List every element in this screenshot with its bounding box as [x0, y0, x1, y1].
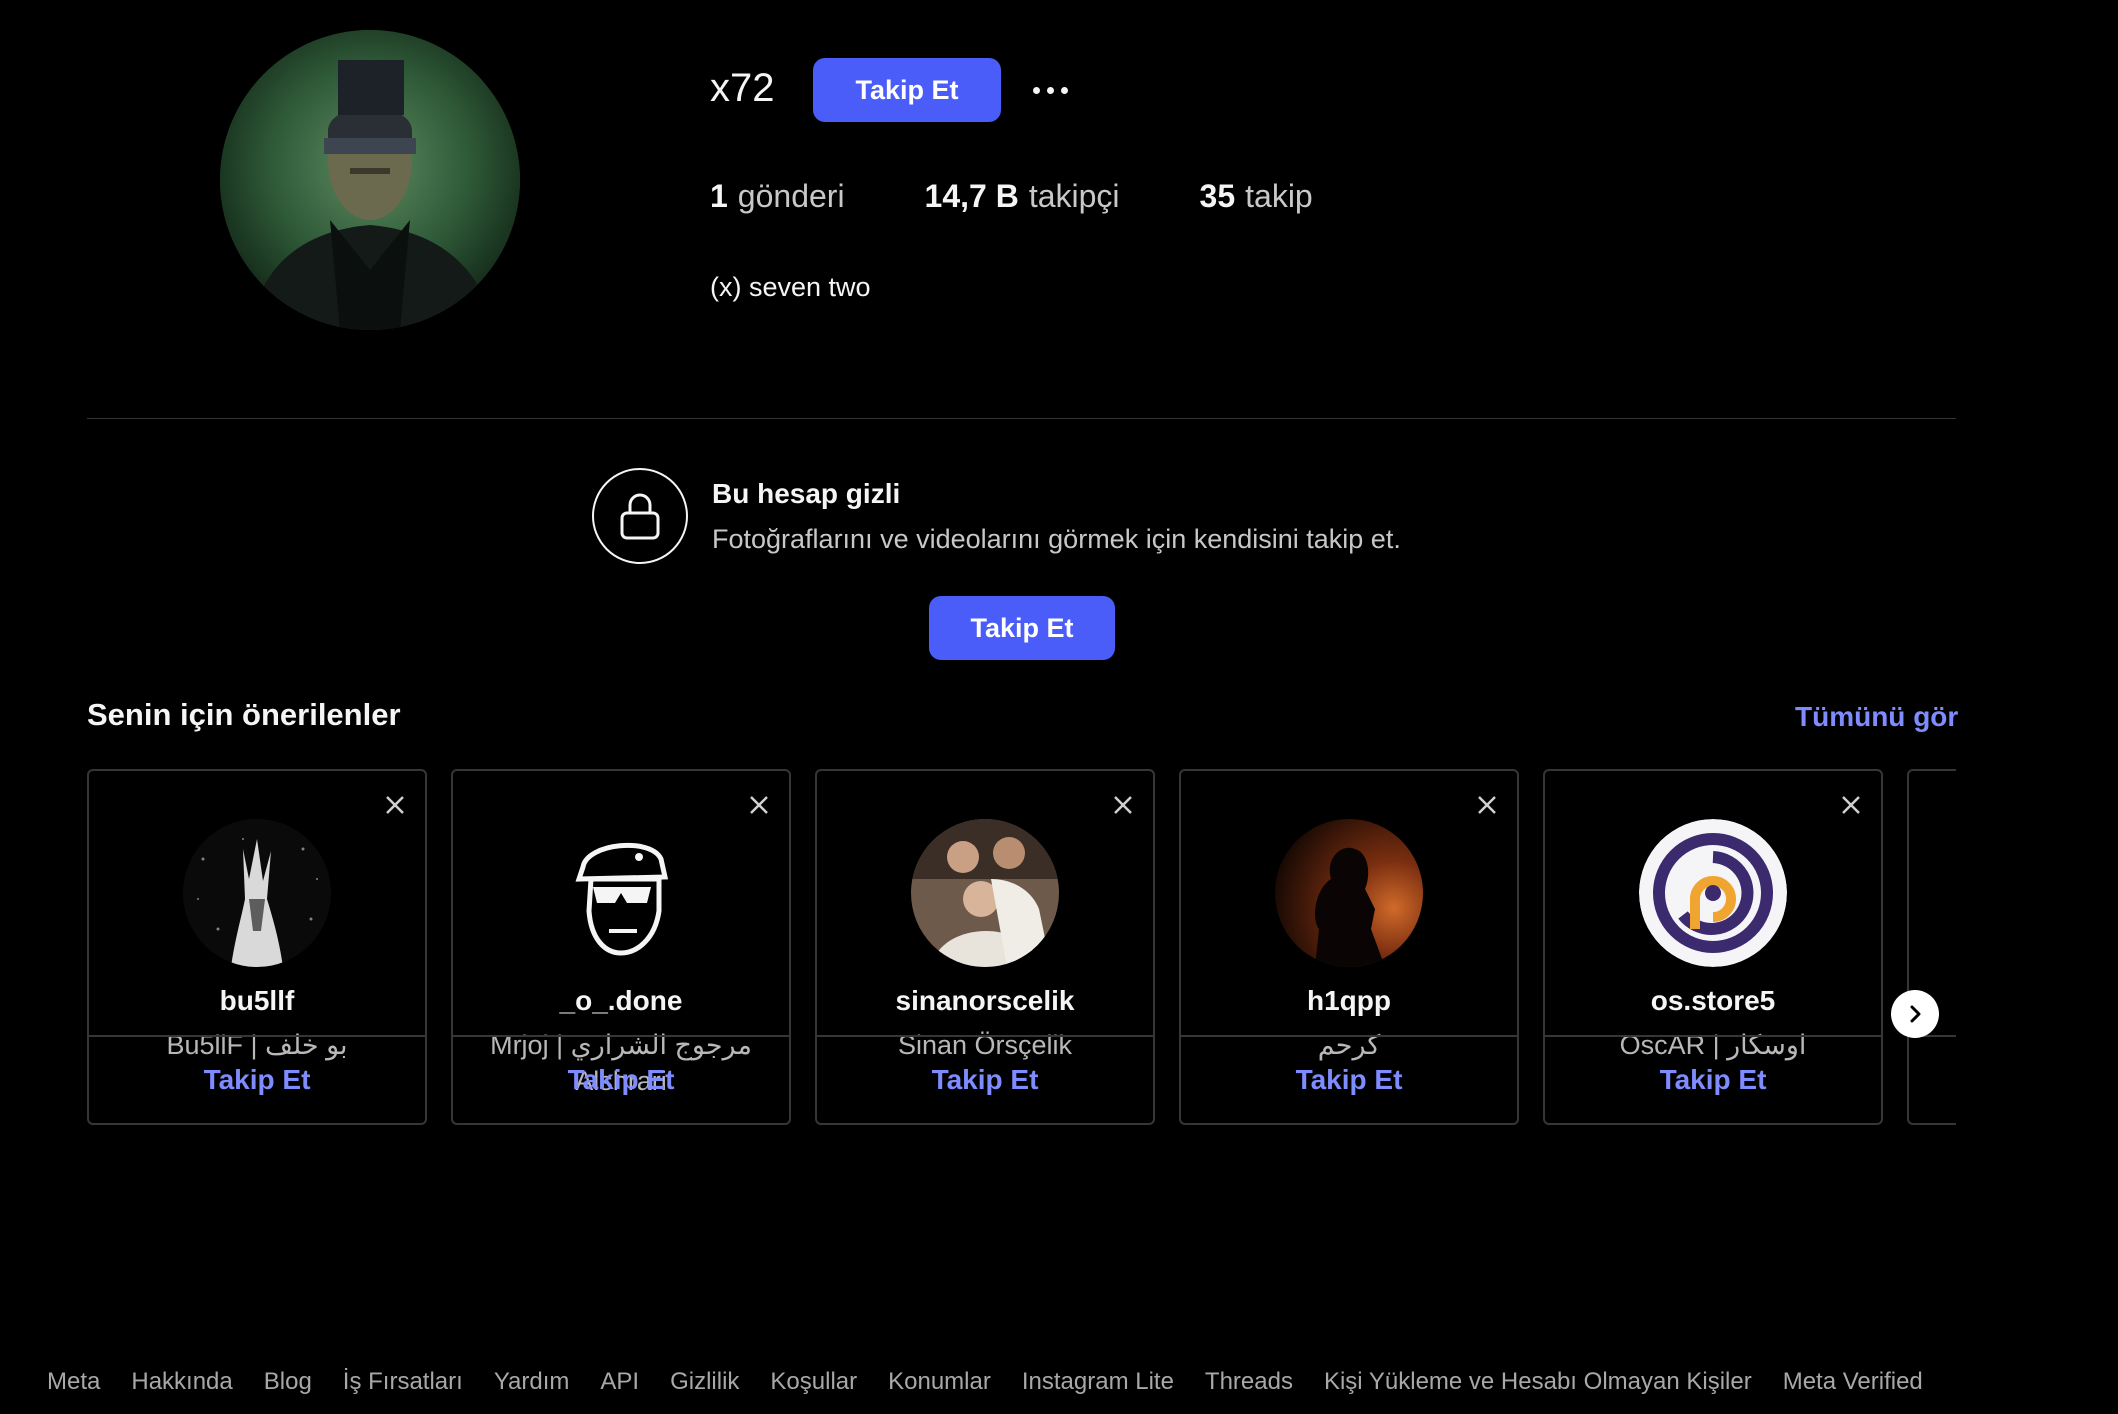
suggestion-card[interactable]: sinanorscelik Sinan Örsçelik Takip Et: [815, 769, 1155, 1125]
suggestion-follow-button-partial[interactable]: [1909, 1035, 1956, 1123]
suggestion-follow-button[interactable]: Takip Et: [1545, 1035, 1881, 1123]
see-all-link[interactable]: Tümünü gör: [1795, 701, 1958, 733]
close-icon[interactable]: [1835, 789, 1867, 821]
footer-link-locations[interactable]: Konumlar: [888, 1368, 991, 1396]
suggestion-username[interactable]: os.store5: [1545, 985, 1881, 1017]
suggestion-follow-button[interactable]: Takip Et: [817, 1035, 1153, 1123]
footer-links: Meta Hakkında Blog İş Fırsatları Yardım …: [47, 1368, 1923, 1396]
footer-link-privacy[interactable]: Gizlilik: [670, 1368, 739, 1396]
profile-bio: (x) seven two: [710, 272, 871, 302]
stat-following-count: 35: [1199, 178, 1236, 214]
suggestion-card[interactable]: _o_.done Mrjoj | مرجوج الشراري Alshrari …: [451, 769, 791, 1125]
suggestion-username[interactable]: h1qpp: [1181, 985, 1517, 1017]
profile-avatar[interactable]: [220, 30, 520, 330]
private-account-title: Bu hesap gizli: [712, 478, 901, 509]
suggestion-avatar[interactable]: [183, 819, 331, 967]
profile-username: x72: [710, 66, 775, 110]
suggestion-card[interactable]: os.store5 OscAR | اوسكار Takip Et: [1543, 769, 1883, 1125]
close-icon[interactable]: [1471, 789, 1503, 821]
suggestion-card[interactable]: bu5llf Bu5llF | بو خلف Takip Et: [87, 769, 427, 1125]
suggestion-username[interactable]: _o_.done: [453, 985, 789, 1017]
stat-followers-count: 14,7 B: [924, 178, 1019, 214]
suggestion-username[interactable]: bu5llf: [89, 985, 425, 1017]
profile-stats: 1 gönderi 14,7 B takipçi 35 takip: [710, 178, 1313, 215]
stat-following-label: takip: [1245, 178, 1313, 214]
suggestion-avatar[interactable]: [1639, 819, 1787, 967]
more-options-icon[interactable]: [1022, 70, 1078, 110]
close-icon[interactable]: [379, 789, 411, 821]
suggestion-card[interactable]: h1qpp كرحم Takip Et: [1179, 769, 1519, 1125]
suggestion-avatar[interactable]: [911, 819, 1059, 967]
suggestion-avatar[interactable]: [547, 819, 695, 967]
stat-posts-label: gönderi: [737, 178, 845, 214]
close-icon[interactable]: [1107, 789, 1139, 821]
suggestion-follow-button[interactable]: Takip Et: [1181, 1035, 1517, 1123]
private-account-description: Fotoğraflarını ve videolarını görmek içi…: [712, 524, 1401, 554]
footer-link-api[interactable]: API: [600, 1368, 639, 1396]
stat-posts-count: 1: [710, 178, 728, 214]
suggestion-follow-button[interactable]: Takip Et: [89, 1035, 425, 1123]
suggestion-avatar[interactable]: [1275, 819, 1423, 967]
suggestion-username[interactable]: sinanorscelik: [817, 985, 1153, 1017]
footer-link-terms[interactable]: Koşullar: [770, 1368, 857, 1396]
stat-followers-label: takipçi: [1028, 178, 1120, 214]
suggestion-card-partial[interactable]: [1907, 769, 1956, 1125]
footer-link-meta-verified[interactable]: Meta Verified: [1783, 1368, 1923, 1396]
footer-link-jobs[interactable]: İş Fırsatları: [343, 1368, 463, 1396]
footer-link-help[interactable]: Yardım: [494, 1368, 570, 1396]
footer-link-about[interactable]: Hakkında: [131, 1368, 232, 1396]
private-follow-button[interactable]: Takip Et: [929, 596, 1115, 660]
footer-link-contact-uploading[interactable]: Kişi Yükleme ve Hesabı Olmayan Kişiler: [1324, 1368, 1752, 1396]
chevron-right-icon[interactable]: [1891, 990, 1939, 1038]
stat-followers[interactable]: 14,7 B takipçi: [925, 178, 1120, 215]
suggestion-follow-button[interactable]: Takip Et: [453, 1035, 789, 1123]
footer-link-meta[interactable]: Meta: [47, 1368, 100, 1396]
footer-link-blog[interactable]: Blog: [264, 1368, 312, 1396]
follow-button[interactable]: Takip Et: [813, 58, 1001, 122]
lock-icon: [592, 468, 688, 564]
footer-link-instagram-lite[interactable]: Instagram Lite: [1022, 1368, 1174, 1396]
profile-avatar-image: [220, 30, 520, 330]
stat-posts[interactable]: 1 gönderi: [710, 178, 845, 215]
stat-following[interactable]: 35 takip: [1200, 178, 1313, 215]
section-divider: [87, 418, 1956, 419]
footer-link-threads[interactable]: Threads: [1205, 1368, 1293, 1396]
close-icon[interactable]: [743, 789, 775, 821]
suggestions-title: Senin için önerilenler: [87, 697, 401, 732]
suggestions-carousel: bu5llf Bu5llF | بو خلف Takip Et _o_.done…: [87, 767, 1956, 1214]
